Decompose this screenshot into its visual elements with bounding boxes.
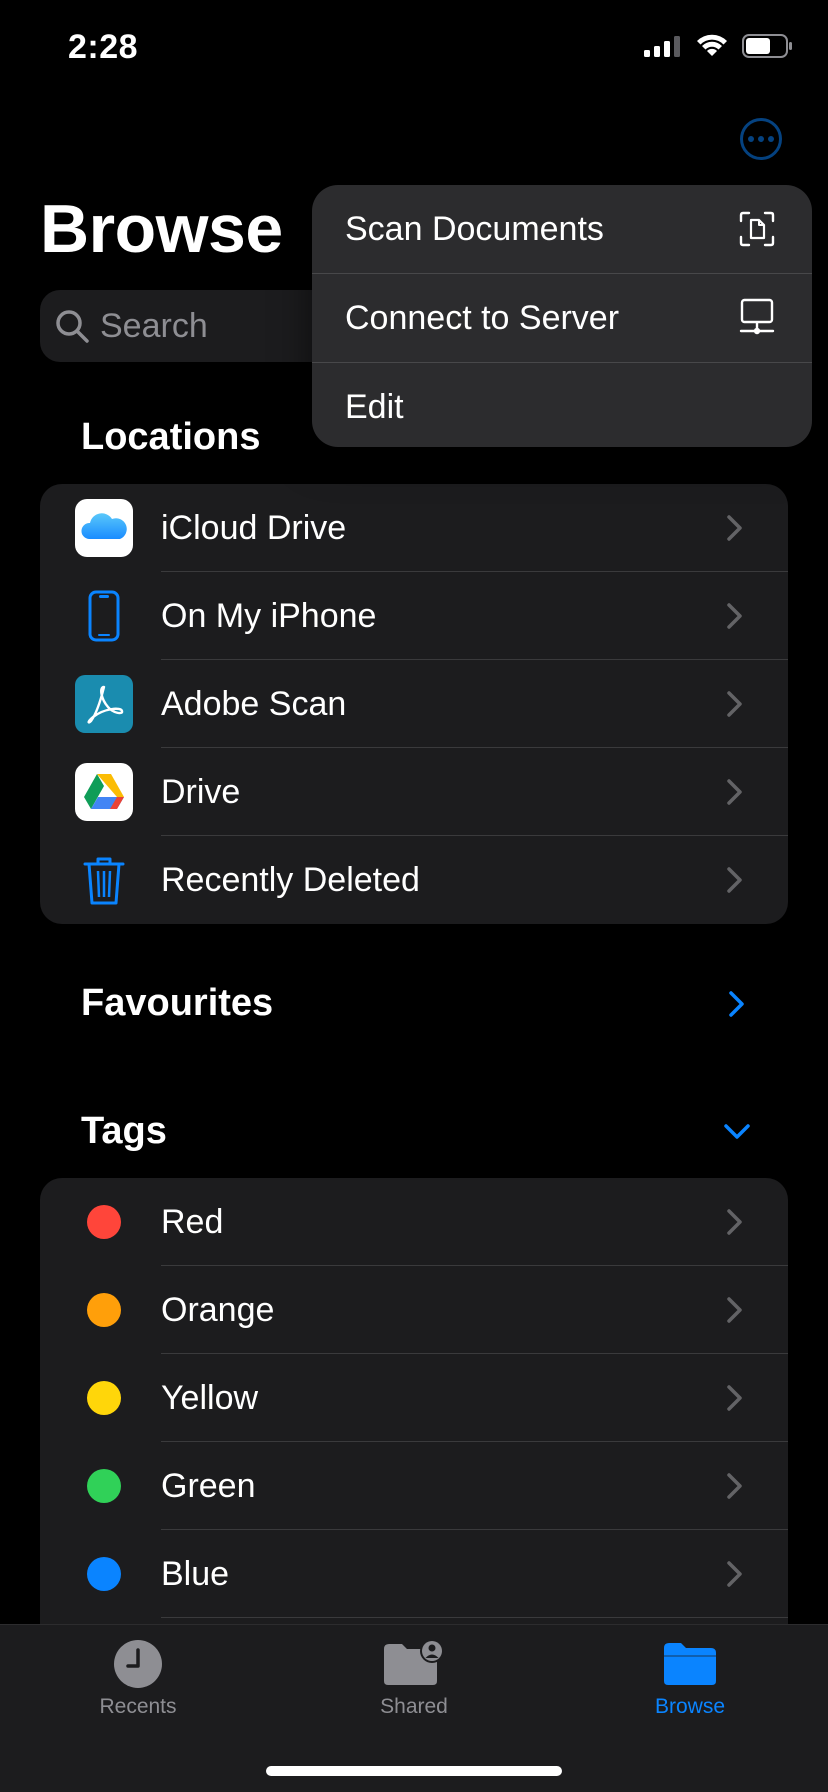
scan-document-icon (736, 208, 778, 250)
location-recently-deleted[interactable]: Recently Deleted (40, 836, 788, 924)
tag-dot-green (87, 1469, 121, 1503)
more-button[interactable] (740, 118, 782, 160)
adobe-scan-icon (75, 675, 133, 733)
tag-label: Yellow (161, 1378, 259, 1417)
favourites-chevron-right-icon[interactable] (720, 987, 754, 1021)
page-title: Browse (40, 191, 283, 267)
tab-browse[interactable]: Browse (590, 1639, 790, 1719)
tag-dot-orange (87, 1293, 121, 1327)
tag-dot-yellow (87, 1381, 121, 1415)
chevron-right-icon (727, 603, 742, 629)
search-placeholder: Search (100, 306, 208, 345)
home-indicator[interactable] (266, 1766, 562, 1776)
tag-color-dot (75, 1369, 133, 1427)
tag-color-dot (75, 1193, 133, 1251)
menu-item-scan-documents[interactable]: Scan Documents (312, 185, 812, 274)
chevron-right-icon (727, 1473, 742, 1499)
favourites-header[interactable]: Favourites (81, 982, 273, 1025)
tab-recents[interactable]: Recents (38, 1639, 238, 1719)
location-label: Drive (161, 772, 241, 811)
tag-color-dot (75, 1281, 133, 1339)
tag-orange[interactable]: Orange (40, 1266, 788, 1354)
menu-item-connect-to-server[interactable]: Connect to Server (312, 274, 812, 363)
chevron-right-icon (727, 1297, 742, 1323)
tag-yellow[interactable]: Yellow (40, 1354, 788, 1442)
chevron-right-icon (727, 779, 742, 805)
tags-chevron-down-icon[interactable] (720, 1115, 754, 1149)
location-icloud-drive[interactable]: iCloud Drive (40, 484, 788, 572)
status-time: 2:28 (68, 28, 139, 66)
tag-dot-red (87, 1205, 121, 1239)
menu-item-label: Edit (345, 387, 404, 426)
chevron-right-icon (727, 1209, 742, 1235)
chevron-right-icon (727, 867, 742, 893)
tag-color-dot (75, 1545, 133, 1603)
battery-icon (742, 34, 792, 58)
tab-label: Shared (380, 1695, 448, 1718)
tag-dot-blue (87, 1557, 121, 1591)
status-icons (644, 34, 794, 58)
signal-icon (644, 36, 680, 57)
tags-list: Red Orange Yellow Green Blue (40, 1178, 788, 1624)
search-icon (56, 310, 89, 343)
clock-icon (114, 1640, 162, 1688)
server-icon (736, 297, 778, 339)
files-browse-screen: 2:28 Browse Search Locations iCloud Driv… (0, 0, 828, 1792)
location-on-my-iphone[interactable]: On My iPhone (40, 572, 788, 660)
tab-label: Recents (99, 1695, 177, 1718)
tag-green[interactable]: Green (40, 1442, 788, 1530)
ellipsis-icon (748, 136, 774, 142)
shared-folder-icon (384, 1639, 444, 1685)
tag-red[interactable]: Red (40, 1178, 788, 1266)
menu-item-label: Connect to Server (345, 298, 620, 337)
chevron-right-icon (727, 515, 742, 541)
chevron-right-icon (727, 1561, 742, 1587)
trash-icon (75, 851, 133, 909)
wifi-icon (697, 34, 727, 56)
location-adobe-scan[interactable]: Adobe Scan (40, 660, 788, 748)
icloud-drive-icon (75, 499, 133, 557)
location-label: On My iPhone (161, 596, 377, 635)
chevron-right-icon (727, 1385, 742, 1411)
menu-item-edit[interactable]: Edit (312, 363, 812, 447)
tag-label: Blue (161, 1554, 230, 1593)
iphone-icon (75, 587, 133, 645)
folder-icon (664, 1643, 716, 1685)
tag-label: Orange (161, 1290, 275, 1329)
menu-item-label: Scan Documents (345, 209, 604, 248)
location-label: Recently Deleted (161, 860, 420, 899)
tag-label: Red (161, 1202, 224, 1241)
tag-color-dot (75, 1457, 133, 1515)
locations-header: Locations (81, 416, 261, 458)
location-label: Adobe Scan (161, 684, 347, 723)
google-drive-icon (75, 763, 133, 821)
tab-shared[interactable]: Shared (314, 1639, 514, 1719)
chevron-right-icon (727, 691, 742, 717)
tags-header[interactable]: Tags (81, 1110, 167, 1153)
location-drive[interactable]: Drive (40, 748, 788, 836)
tag-label: Green (161, 1466, 256, 1505)
locations-list: iCloud Drive On My iPhone Adobe Scan Dri… (40, 484, 788, 924)
location-label: iCloud Drive (161, 508, 347, 547)
more-context-menu: Scan Documents Connect to Server Edit (312, 185, 812, 447)
tab-label: Browse (654, 1695, 726, 1718)
tag-blue[interactable]: Blue (40, 1530, 788, 1618)
